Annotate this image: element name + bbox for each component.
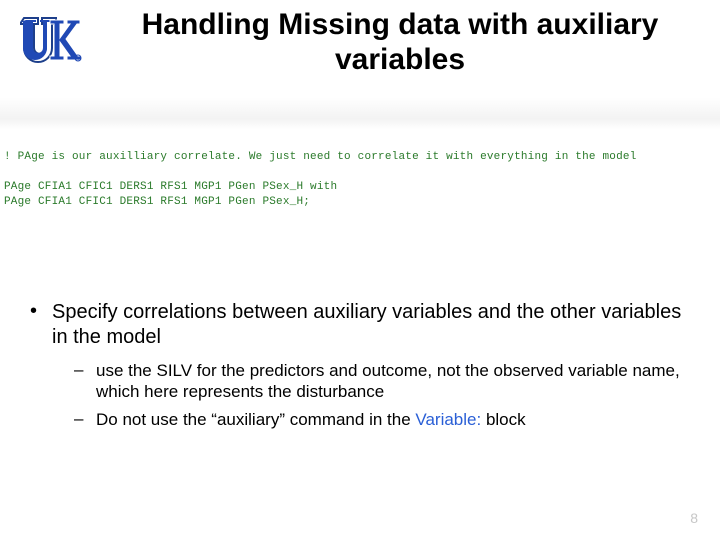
slide: R Handling Missing data with auxiliary v… xyxy=(0,0,720,540)
sub-bullet-2-pre: Do not use the “auxiliary” command in th… xyxy=(96,410,415,429)
dash-icon: – xyxy=(74,360,96,403)
sub-bullet-list: – use the SILV for the predictors and ou… xyxy=(74,360,690,430)
bullet-main: • Specify correlations between auxiliary… xyxy=(30,300,690,350)
bullet-dot-icon: • xyxy=(30,300,52,350)
bullet-main-text: Specify correlations between auxiliary v… xyxy=(52,300,690,350)
uk-logo: R xyxy=(20,12,84,66)
sub-bullet-1-text: use the SILV for the predictors and outc… xyxy=(96,360,690,403)
variable-keyword: Variable: xyxy=(415,410,481,429)
bullet-list: • Specify correlations between auxiliary… xyxy=(30,300,690,436)
page-number: 8 xyxy=(690,510,698,526)
sub-bullet-2-text: Do not use the “auxiliary” command in th… xyxy=(96,409,690,430)
sub-bullet-2: – Do not use the “auxiliary” command in … xyxy=(74,409,690,430)
code-line-1: PAge CFIA1 CFIC1 DERS1 RFS1 MGP1 PGen PS… xyxy=(4,181,337,193)
svg-text:R: R xyxy=(77,57,80,62)
code-block: ! PAge is our auxilliary correlate. We j… xyxy=(4,150,716,209)
sub-bullet-2-post: block xyxy=(481,410,525,429)
code-comment: ! PAge is our auxilliary correlate. We j… xyxy=(4,151,637,163)
slide-title: Handling Missing data with auxiliary var… xyxy=(120,8,680,77)
dash-icon: – xyxy=(74,409,96,430)
code-line-2: PAge CFIA1 CFIC1 DERS1 RFS1 MGP1 PGen PS… xyxy=(4,196,310,208)
sub-bullet-1: – use the SILV for the predictors and ou… xyxy=(74,360,690,403)
